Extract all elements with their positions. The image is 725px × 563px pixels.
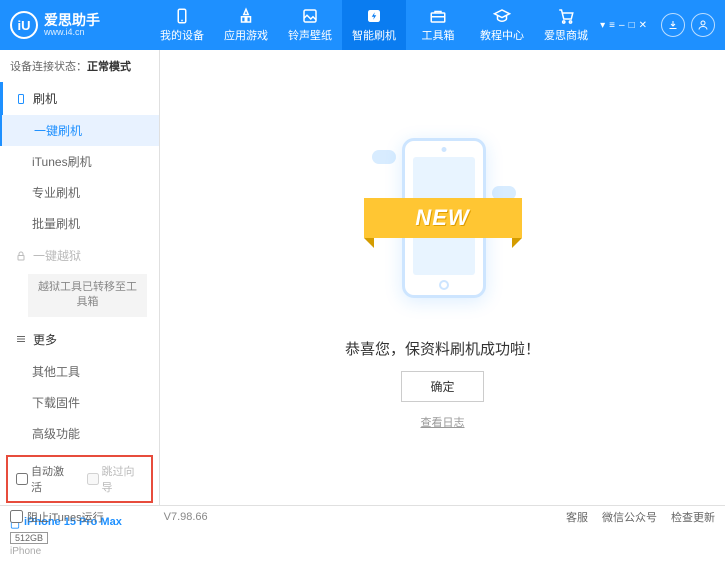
- ok-button[interactable]: 确定: [401, 371, 483, 402]
- app-name: 爱思助手: [44, 13, 100, 27]
- checkbox-auto-activate[interactable]: 自动激活: [16, 463, 73, 495]
- maximize-icon[interactable]: □: [629, 20, 635, 31]
- nav-label: 工具箱: [422, 27, 455, 43]
- checkbox-block-itunes[interactable]: 阻止iTunes运行: [10, 509, 104, 525]
- user-icon: [697, 19, 709, 31]
- app-icon: [237, 7, 255, 25]
- nav-label: 智能刷机: [352, 27, 396, 43]
- sidebar-item-oneclick-flash[interactable]: 一键刷机: [0, 115, 159, 146]
- nav-label: 铃声壁纸: [288, 27, 332, 43]
- options-highlight: 自动激活 跳过向导: [6, 455, 153, 503]
- sidebar-group-jailbreak: 一键越狱: [0, 239, 159, 272]
- close-icon[interactable]: ✕: [639, 20, 647, 31]
- cart-icon: [557, 7, 575, 25]
- view-log-link[interactable]: 查看日志: [421, 414, 465, 430]
- nav-tutorials[interactable]: 教程中心: [470, 0, 534, 50]
- nav-flash[interactable]: 智能刷机: [342, 0, 406, 50]
- graduation-icon: [493, 7, 511, 25]
- group-title: 更多: [33, 331, 57, 348]
- sidebar-item-pro-flash[interactable]: 专业刷机: [0, 177, 159, 208]
- menu-icon[interactable]: ▾: [600, 20, 605, 31]
- sidebar-item-download-fw[interactable]: 下载固件: [0, 387, 159, 418]
- logo-icon: iU: [10, 11, 38, 39]
- wallpaper-icon: [301, 7, 319, 25]
- nav-ringtones[interactable]: 铃声壁纸: [278, 0, 342, 50]
- success-illustration: NEW: [378, 126, 508, 326]
- group-title: 一键越狱: [33, 247, 81, 264]
- device-type: iPhone: [10, 546, 149, 557]
- sidebar-item-batch-flash[interactable]: 批量刷机: [0, 208, 159, 239]
- nav-label: 爱思商城: [544, 27, 588, 43]
- sidebar-item-itunes-flash[interactable]: iTunes刷机: [0, 146, 159, 177]
- footer-link-wechat[interactable]: 微信公众号: [602, 509, 657, 525]
- checkbox-skip-guide[interactable]: 跳过向导: [87, 463, 144, 495]
- storage-badge: 512GB: [10, 532, 48, 544]
- new-badge: NEW: [415, 205, 469, 231]
- download-button[interactable]: [661, 13, 685, 37]
- menu-icon: [15, 333, 27, 345]
- nav-apps[interactable]: 应用游戏: [214, 0, 278, 50]
- nav-label: 应用游戏: [224, 27, 268, 43]
- connection-status: 设备连接状态：正常模式: [0, 50, 159, 82]
- user-button[interactable]: [691, 13, 715, 37]
- toolbox-icon: [429, 7, 447, 25]
- phone-icon: [15, 93, 27, 105]
- nav-my-device[interactable]: 我的设备: [150, 0, 214, 50]
- nav-label: 我的设备: [160, 27, 204, 43]
- nav-store[interactable]: 爱思商城: [534, 0, 598, 50]
- nav-label: 教程中心: [480, 27, 524, 43]
- sidebar-item-other-tools[interactable]: 其他工具: [0, 356, 159, 387]
- download-icon: [667, 19, 679, 31]
- list-icon[interactable]: ≡: [609, 20, 615, 31]
- version-label: V7.98.66: [164, 511, 208, 523]
- app-url: www.i4.cn: [44, 27, 100, 37]
- app-logo: iU 爱思助手 www.i4.cn: [10, 11, 150, 39]
- success-message: 恭喜您，保资料刷机成功啦！: [345, 338, 540, 359]
- phone-icon: [173, 7, 191, 25]
- sidebar-group-more[interactable]: 更多: [0, 323, 159, 356]
- footer-link-update[interactable]: 检查更新: [671, 509, 715, 525]
- footer-link-support[interactable]: 客服: [566, 509, 588, 525]
- lock-icon: [15, 250, 27, 262]
- minimize-icon[interactable]: –: [619, 20, 625, 31]
- window-controls: ▾ ≡ – □ ✕: [600, 20, 647, 31]
- nav-toolbox[interactable]: 工具箱: [406, 0, 470, 50]
- group-title: 刷机: [33, 90, 57, 107]
- jailbreak-note: 越狱工具已转移至工具箱: [28, 274, 147, 317]
- sidebar-group-flash[interactable]: 刷机: [0, 82, 159, 115]
- sidebar-item-advanced[interactable]: 高级功能: [0, 418, 159, 449]
- flash-icon: [365, 7, 383, 25]
